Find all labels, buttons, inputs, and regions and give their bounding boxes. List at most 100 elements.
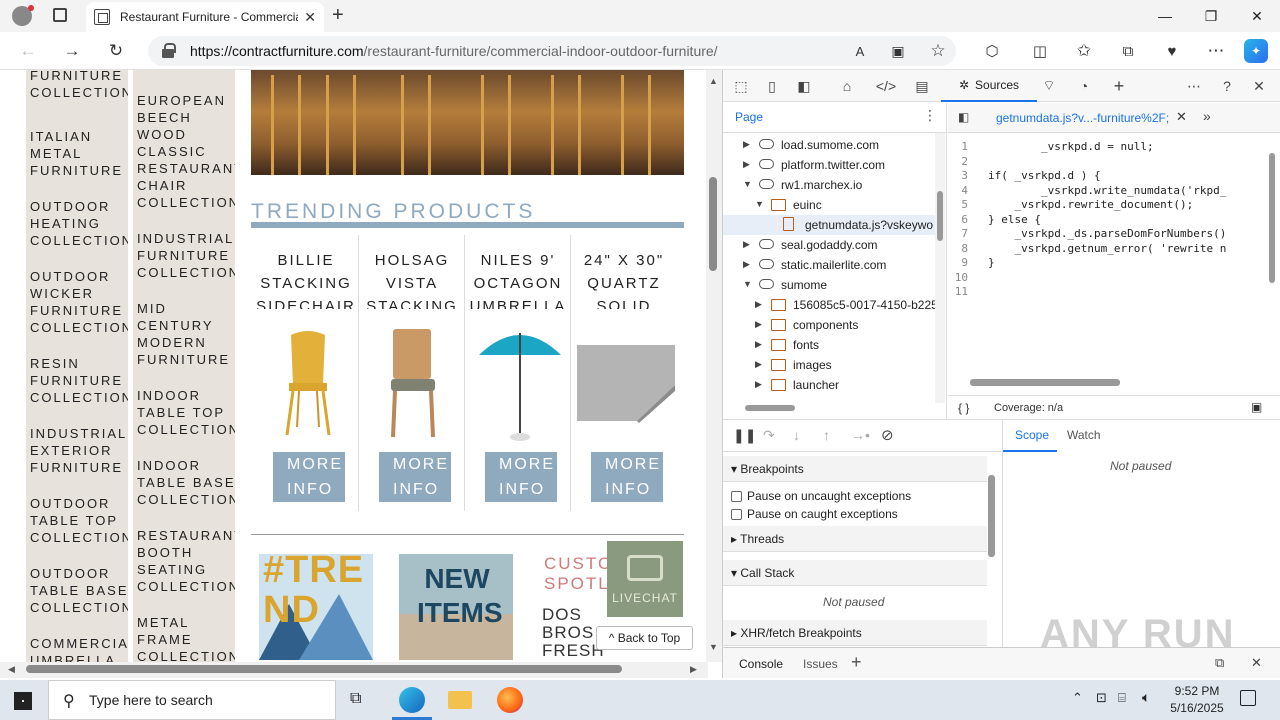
code-line[interactable]: 4 _vsrkpd.write_numdata('rkpd_ [948, 184, 1268, 199]
deactivate-breakpoints-icon[interactable]: ⊘ [881, 426, 894, 444]
threads-section[interactable]: ▸ Threads [723, 526, 987, 552]
network-status-icon[interactable]: ⌸ [1118, 690, 1126, 706]
more-tabs-icon[interactable]: » [1203, 108, 1211, 124]
editor-vscroll-thumb[interactable] [1269, 153, 1275, 283]
close-window-icon[interactable]: ✕ [1234, 0, 1280, 32]
tab-issues[interactable]: Issues [803, 657, 838, 671]
collapse-arrow-icon[interactable]: ▼ [755, 199, 764, 209]
navigator-hscroll-thumb[interactable] [745, 405, 795, 411]
livechat-button[interactable]: LIVECHAT [607, 541, 683, 617]
collections-icon[interactable]: ⧉ [1114, 38, 1142, 64]
edge-app-icon[interactable] [399, 687, 425, 713]
pause-caught-checkbox[interactable] [731, 509, 742, 520]
category-link[interactable]: MID CENTURY MODERN FURNITURE [137, 300, 235, 368]
scroll-down-arrow-icon[interactable]: ▼ [709, 642, 718, 652]
help-icon[interactable]: ? [1216, 76, 1238, 96]
line-number[interactable]: 2 [948, 155, 988, 168]
editor-file-tab[interactable]: getnumdata.js?v...-furniture%2F; [996, 111, 1171, 125]
tree-item[interactable]: ▶ seal.godaddy.com [723, 235, 935, 255]
close-file-icon[interactable]: ✕ [1176, 109, 1187, 125]
back-icon[interactable]: ← [14, 38, 42, 64]
dock-side-icon[interactable]: ◧ [793, 76, 815, 96]
app-available-icon[interactable]: ▣ [884, 38, 912, 64]
device-icon[interactable]: ⊡ [1096, 690, 1107, 706]
category-link[interactable]: OUTDOOR TABLE BASE COLLECTION [30, 565, 128, 616]
system-clock[interactable]: 9:52 PM 5/16/2025 [1160, 683, 1234, 717]
chair-image[interactable] [273, 327, 343, 437]
editor-hscroll-thumb[interactable] [970, 379, 1120, 386]
table-top-image[interactable] [577, 345, 675, 423]
undock-drawer-icon[interactable]: ⧉ [1215, 655, 1224, 671]
breakpoints-section[interactable]: ▾ Breakpoints [723, 456, 987, 482]
tree-item[interactable]: ▶ images [723, 355, 935, 375]
product-name[interactable]: HOLSAG VISTA STACKING [359, 249, 465, 309]
browser-tab[interactable]: Restaurant Furniture - Commercial Restau… [86, 2, 324, 32]
xhr-breakpoints-section[interactable]: ▸ XHR/fetch Breakpoints [723, 620, 987, 646]
device-emulation-icon[interactable]: ▯ [761, 76, 783, 96]
tree-item[interactable]: ▶ load.sumome.com [723, 135, 935, 155]
step-out-icon[interactable]: ↑ [823, 427, 830, 443]
pause-uncaught-checkbox[interactable] [731, 491, 742, 502]
tab-watch[interactable]: Watch [1067, 428, 1101, 442]
new-tab-icon[interactable]: + [332, 4, 344, 27]
collapse-arrow-icon[interactable]: ▼ [743, 179, 752, 189]
volume-icon[interactable]: 🔈︎ [1142, 689, 1150, 706]
code-line[interactable]: 9} [948, 256, 1268, 271]
expand-arrow-icon[interactable]: ▶ [743, 259, 750, 270]
code-line[interactable]: 8 _vsrkpd.getnum_error( 'rewrite n [948, 242, 1268, 257]
call-stack-section[interactable]: ▾ Call Stack [723, 560, 987, 586]
tree-item[interactable]: getnumdata.js?vskeywo [723, 215, 935, 235]
tree-item[interactable]: ▶ static.mailerlite.com [723, 255, 935, 275]
step-into-icon[interactable]: ↓ [793, 427, 800, 443]
scroll-up-arrow-icon[interactable]: ▲ [709, 76, 718, 86]
screenshot-icon[interactable]: ▣ [1251, 400, 1262, 414]
category-link[interactable]: EUROPEAN BEECH WOOD CLASSIC RESTAURANT C… [137, 92, 235, 211]
expand-arrow-icon[interactable]: ▶ [755, 319, 762, 330]
favorite-star-icon[interactable]: ☆ [924, 38, 952, 64]
refresh-icon[interactable]: ↻ [102, 38, 130, 64]
category-link[interactable]: METAL FRAME COLLECTIONS [137, 614, 235, 662]
category-link[interactable]: RESTAURANT BOOTH SEATING COLLECTION [137, 527, 235, 595]
network-icon[interactable]: ⌔ [1038, 76, 1060, 96]
windows-start-icon[interactable] [14, 692, 32, 710]
taskbar-search[interactable]: ⚲ Type here to search [48, 680, 336, 720]
inspect-element-icon[interactable]: ⬚ [730, 76, 752, 96]
tab-console[interactable]: Console [739, 657, 783, 671]
line-number[interactable]: 7 [948, 227, 988, 240]
tree-item[interactable]: ▼ sumome [723, 275, 935, 295]
chair-image[interactable] [381, 325, 445, 441]
pretty-print-icon[interactable]: { } [958, 401, 969, 415]
tree-item[interactable]: ▶ 156085c5-0017-4150-b225- [723, 295, 935, 315]
category-link[interactable]: COMMERCIAL UMBRELLA [30, 635, 128, 662]
split-screen-icon[interactable]: ◫ [1026, 38, 1054, 64]
expand-arrow-icon[interactable]: ▶ [755, 379, 762, 390]
line-number[interactable]: 11 [948, 285, 988, 298]
page-horizontal-scroll-thumb[interactable] [26, 665, 622, 673]
close-devtools-icon[interactable]: ✕ [1248, 76, 1270, 96]
category-link[interactable]: INDOOR TABLE BASE COLLECTIONS [137, 457, 235, 508]
tree-item[interactable]: ▶ components [723, 315, 935, 335]
page-vertical-scrollbar[interactable] [706, 70, 722, 662]
expand-arrow-icon[interactable]: ▶ [743, 159, 750, 170]
page-vertical-scroll-thumb[interactable] [709, 177, 717, 271]
line-number[interactable]: 8 [948, 242, 988, 255]
firefox-icon[interactable] [497, 687, 523, 713]
navigator-scrollbar[interactable] [935, 133, 945, 403]
more-info-button[interactable]: MORE INFO [273, 452, 345, 502]
toggle-navigator-icon[interactable]: ◧ [958, 110, 969, 124]
category-link[interactable]: OUTDOOR HEATING COLLECTIONS [30, 198, 128, 249]
more-info-button[interactable]: MORE INFO [591, 452, 663, 502]
step-over-icon[interactable]: ↷ [763, 427, 775, 444]
tree-item[interactable]: ▶ launcher [723, 375, 935, 395]
copilot-icon[interactable]: ✦ [1244, 39, 1268, 63]
code-line[interactable]: 3 if( _vsrkpd.d ) { [948, 169, 1268, 184]
line-number[interactable]: 3 [948, 169, 988, 182]
category-link[interactable]: INDOOR TABLE TOP COLLECTIONS [137, 387, 235, 438]
code-line[interactable]: 5 _vsrkpd.rewrite_document(); [948, 198, 1268, 213]
debugger-scroll-thumb[interactable] [988, 475, 995, 557]
code-line[interactable]: 1 _vsrkpd.d = null; [948, 140, 1268, 155]
elements-icon[interactable]: </> [875, 76, 897, 96]
scroll-right-arrow-icon[interactable]: ▶ [690, 664, 697, 675]
code-line[interactable]: 11 [948, 285, 1268, 300]
umbrella-image[interactable] [475, 323, 565, 443]
